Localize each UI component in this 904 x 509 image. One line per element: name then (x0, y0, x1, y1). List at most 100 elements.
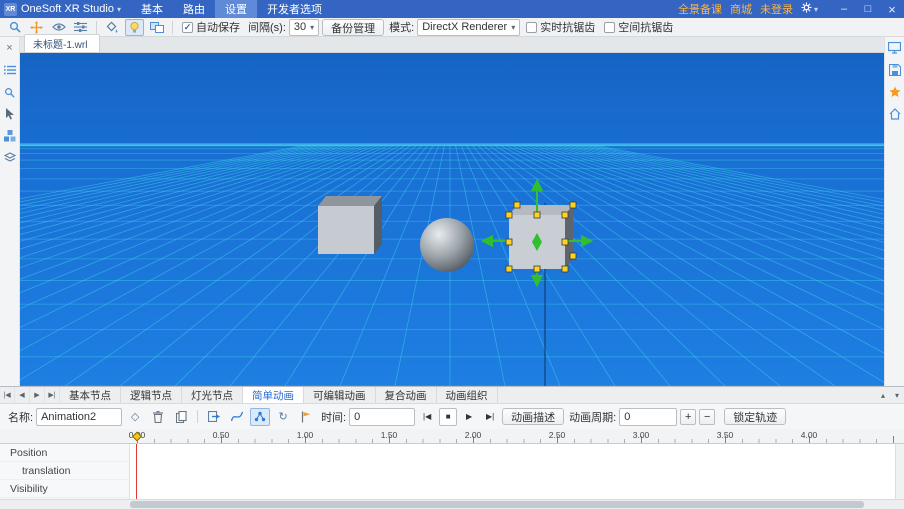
settings-menu[interactable]: ▾ (801, 2, 828, 16)
link-store[interactable]: 商城 (730, 1, 752, 17)
tab-composite-animation[interactable]: 复合动画 (376, 387, 437, 403)
outline-list-icon[interactable] (1, 61, 19, 79)
timeline-track-area[interactable] (130, 444, 904, 499)
gear-icon (801, 2, 812, 16)
paint-tool-icon[interactable] (103, 19, 122, 36)
curve-icon[interactable] (227, 408, 247, 426)
tab-editable-animation[interactable]: 可编辑动画 (304, 387, 376, 403)
interpolation-nodes-icon[interactable] (250, 408, 270, 426)
animation-panel: |◀ ◀ ▶ ▶| 基本节点 逻辑节点 灯光节点 简单动画 可编辑动画 复合动画… (0, 386, 904, 509)
panel-close-icon[interactable]: × (1, 39, 19, 57)
dual-view-icon[interactable] (147, 19, 166, 36)
app-menu-caret-icon[interactable]: ▾ (117, 5, 121, 14)
decrement-button[interactable]: − (699, 409, 715, 425)
panel-collapse-up-icon[interactable]: ▴ (876, 387, 890, 403)
timeline-vscrollbar[interactable] (895, 444, 904, 499)
link-panorama-lesson[interactable]: 全景备课 (678, 1, 722, 17)
scene-canvas[interactable] (20, 53, 884, 386)
blocks-icon[interactable] (1, 127, 19, 145)
tab-simple-animation[interactable]: 简单动画 (243, 387, 304, 403)
autosave-checkbox[interactable]: ✓ 自动保存 (182, 19, 240, 35)
main-toolbar: ✓ 自动保存 间隔(s): 30▾ 备份管理 模式: DirectX Rende… (0, 18, 904, 37)
increment-button[interactable]: + (680, 409, 696, 425)
track-row-visibility[interactable]: Visibility (0, 480, 129, 498)
menu-basic[interactable]: 基本 (131, 0, 173, 18)
hscrollbar-thumb[interactable] (130, 501, 864, 508)
checkbox-checked-icon: ✓ (182, 22, 193, 33)
timeline-ruler[interactable]: 0.00 0.50 1.00 1.50 2.00 2.50 3.00 3.50 … (0, 429, 904, 444)
delete-icon[interactable] (148, 408, 168, 426)
move-tool-icon[interactable] (27, 19, 46, 36)
cycle-input[interactable] (619, 408, 677, 426)
skip-end-button[interactable]: ▶| (481, 408, 499, 426)
viewport-column: 未标题-1.wrl (20, 37, 884, 386)
menu-settings[interactable]: 设置 (215, 0, 257, 18)
viewport-3d[interactable] (20, 53, 884, 386)
save-disk-icon[interactable] (886, 61, 904, 79)
tab-light-nodes[interactable]: 灯光节点 (182, 387, 243, 403)
animation-name-input[interactable] (36, 408, 122, 426)
display-icon[interactable] (886, 39, 904, 57)
nav-first-button[interactable]: |◀ (0, 387, 15, 403)
animation-description-button[interactable]: 动画描述 (502, 408, 564, 425)
nav-next-button[interactable]: ▶ (30, 387, 45, 403)
home-icon[interactable] (886, 105, 904, 123)
cube-object[interactable] (318, 196, 382, 254)
track-name-column: Position translation Visibility (0, 444, 130, 499)
lock-track-button[interactable]: 锁定轨迹 (724, 408, 786, 425)
eye-icon[interactable] (49, 19, 68, 36)
time-input[interactable] (349, 408, 415, 426)
app-title: OneSoft XR Studio (21, 3, 114, 15)
track-row-translation[interactable]: translation (0, 462, 129, 480)
interval-select[interactable]: 30▾ (289, 19, 319, 36)
maximize-button[interactable]: □ (860, 3, 876, 15)
nav-prev-button[interactable]: ◀ (15, 387, 30, 403)
spatial-aa-checkbox[interactable]: 空间抗锯齿 (604, 19, 673, 35)
tab-animation-organize[interactable]: 动画组织 (437, 387, 498, 403)
chevron-down-icon: ▾ (511, 23, 515, 32)
menu-developer-options[interactable]: 开发者选项 (257, 0, 332, 18)
record-flag-icon[interactable] (296, 408, 316, 426)
minimize-button[interactable]: – (836, 3, 852, 15)
ruler-label: 3.50 (717, 430, 734, 440)
renderer-select[interactable]: DirectX Renderer▾ (417, 19, 520, 36)
skip-start-button[interactable]: |◀ (418, 408, 436, 426)
tab-basic-nodes[interactable]: 基本节点 (60, 387, 121, 403)
realtime-aa-checkbox[interactable]: 实时抗锯齿 (526, 19, 595, 35)
search-icon[interactable] (5, 19, 24, 36)
toolbar-separator (96, 21, 97, 34)
ruler-label: 1.00 (297, 430, 314, 440)
file-tab[interactable]: 未标题-1.wrl (24, 34, 100, 52)
tab-logic-nodes[interactable]: 逻辑节点 (121, 387, 182, 403)
name-label: 名称: (8, 409, 33, 425)
layers-icon[interactable] (1, 149, 19, 167)
interval-label: 间隔(s): (248, 19, 286, 35)
playhead-line[interactable] (136, 444, 137, 499)
keyframe-icon[interactable]: ◇ (125, 408, 145, 426)
nav-last-button[interactable]: ▶| (45, 387, 60, 403)
link-not-logged-in[interactable]: 未登录 (760, 1, 793, 17)
light-bulb-icon[interactable] (125, 19, 144, 36)
timeline-hscrollbar[interactable] (0, 499, 904, 509)
panel-collapse-down-icon[interactable]: ▾ (890, 387, 904, 403)
copy-icon[interactable] (171, 408, 191, 426)
main-area: × 未标题-1.wrl (0, 37, 904, 386)
export-icon[interactable] (204, 408, 224, 426)
sliders-icon[interactable] (71, 19, 90, 36)
sphere-object[interactable] (420, 218, 474, 272)
stop-button[interactable]: ■ (439, 408, 457, 426)
backup-manage-button[interactable]: 备份管理 (322, 19, 384, 36)
app-logo-text: XR (6, 6, 16, 13)
close-button[interactable]: × (884, 2, 900, 17)
animation-tabrow: |◀ ◀ ▶ ▶| 基本节点 逻辑节点 灯光节点 简单动画 可编辑动画 复合动画… (0, 387, 904, 404)
titlebar-right: 全景备课 商城 未登录 ▾ – □ × (678, 1, 900, 17)
play-button[interactable]: ▶ (460, 408, 478, 426)
scene-search-icon[interactable] (1, 83, 19, 101)
loop-icon[interactable]: ↻ (273, 408, 293, 426)
menu-routing[interactable]: 路由 (173, 0, 215, 18)
spatial-aa-label: 空间抗锯齿 (618, 19, 673, 35)
checkbox-unchecked-icon (604, 22, 615, 33)
track-row-position[interactable]: Position (0, 444, 129, 462)
plugin-star-icon[interactable] (886, 83, 904, 101)
select-cursor-icon[interactable] (1, 105, 19, 123)
